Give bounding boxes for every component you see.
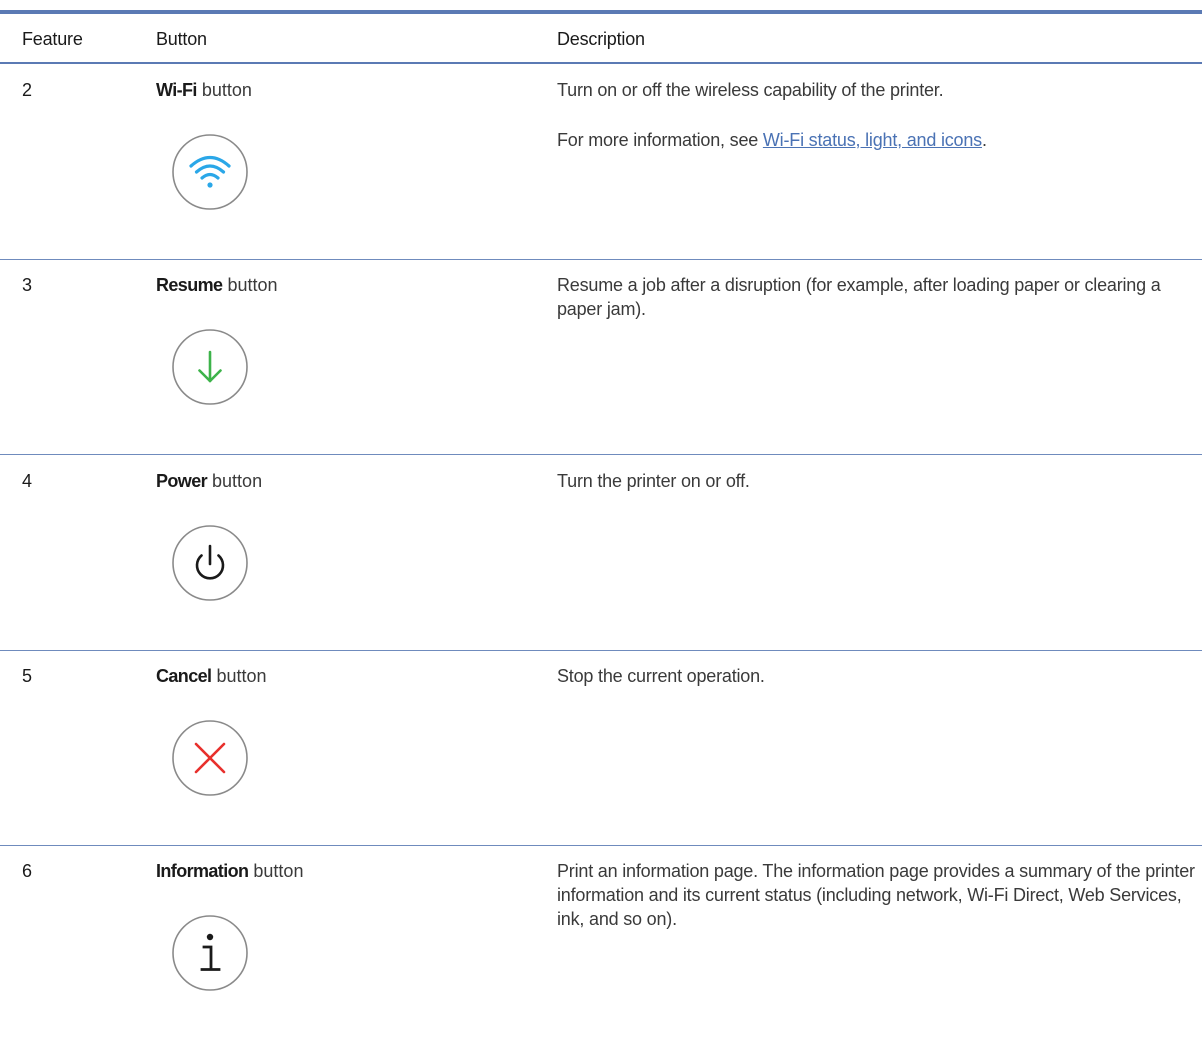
resume-button-image [171, 328, 249, 406]
button-label: Information button [156, 859, 303, 883]
wifi-icon [172, 134, 248, 210]
more-info-text: For more information, see Wi-Fi status, … [557, 128, 1202, 152]
description-text: Turn on or off the wireless capability o… [557, 80, 944, 100]
feature-number: 5 [22, 666, 33, 686]
table-header-row: Feature Button Description [0, 14, 1202, 62]
description: Turn the printer on or off. [557, 469, 1202, 493]
wifi-button-image [171, 133, 249, 211]
description-text: Stop the current operation. [557, 666, 765, 686]
wifi-status-link[interactable]: Wi-Fi status, light, and icons [763, 130, 982, 150]
header-feature: Feature [22, 29, 83, 49]
feature-number: 3 [22, 275, 33, 295]
button-label: Cancel button [156, 664, 266, 688]
button-label: Power button [156, 469, 262, 493]
button-suffix: button [248, 861, 304, 881]
cancel-button-image [171, 719, 249, 797]
table-row: 2 Wi-Fi button Turn on or off the wirele… [0, 65, 1202, 260]
header-button: Button [156, 29, 207, 49]
button-suffix: button [222, 275, 278, 295]
description-text: Turn the printer on or off. [557, 471, 750, 491]
button-suffix: button [196, 80, 252, 100]
more-info-suffix: . [981, 130, 987, 150]
table-row: 4 Power button Turn the printer on or of… [0, 456, 1202, 651]
row-divider [0, 454, 1202, 455]
table-row: 5 Cancel button Stop the current operati… [0, 651, 1202, 846]
button-name: Information [156, 861, 249, 881]
power-icon [172, 525, 248, 601]
information-button-image [171, 914, 249, 992]
table-row: 3 Resume button Resume a job after a dis… [0, 260, 1202, 455]
header-description: Description [557, 29, 645, 49]
more-info-prefix: For more information, see [557, 130, 763, 150]
description: Print an information page. The informati… [557, 859, 1202, 931]
button-suffix: button [207, 471, 263, 491]
description-text: Resume a job after a disruption (for exa… [557, 275, 1161, 319]
cancel-x-icon [172, 720, 248, 796]
button-label: Resume button [156, 273, 277, 297]
button-name: Cancel [156, 666, 212, 686]
feature-number: 2 [22, 80, 33, 100]
power-button-image [171, 524, 249, 602]
button-suffix: button [211, 666, 267, 686]
header-rule [0, 62, 1202, 64]
button-label: Wi-Fi button [156, 78, 252, 102]
table-row: 6 Information button Print an informatio… [0, 846, 1202, 1038]
feature-number: 4 [22, 471, 33, 491]
button-name: Power [156, 471, 208, 491]
arrow-down-icon [172, 329, 248, 405]
button-name: Resume [156, 275, 223, 295]
description: Resume a job after a disruption (for exa… [557, 273, 1202, 321]
description: Stop the current operation. [557, 664, 1202, 688]
button-name: Wi-Fi [156, 80, 197, 100]
description: Turn on or off the wireless capability o… [557, 78, 1202, 152]
info-icon [172, 915, 248, 991]
feature-number: 6 [22, 861, 33, 881]
description-text: Print an information page. The informati… [557, 861, 1195, 929]
